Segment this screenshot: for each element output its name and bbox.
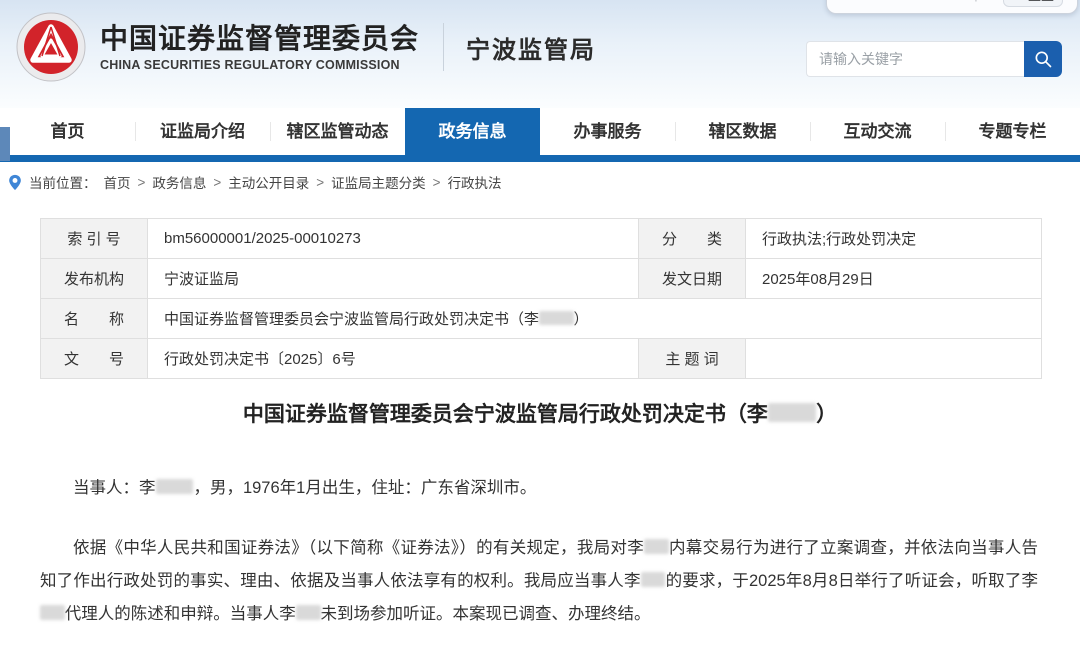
meta-label-keyword: 主 题 词 <box>639 339 746 379</box>
breadcrumb-home[interactable]: 首页 <box>104 172 131 192</box>
redacted-text <box>641 572 666 587</box>
browser-zoom-bubble: 90% | + ⟳ 重置 <box>826 0 1078 14</box>
meta-label-index: 索 引 号 <box>41 219 148 259</box>
meta-label-name: 名 称 <box>41 299 148 339</box>
redacted-text <box>644 539 669 554</box>
redacted-text <box>40 605 65 620</box>
document-meta-table: 索 引 号 bm56000001/2025-00010273 分 类 行政执法;… <box>40 218 1042 379</box>
zoom-in-button[interactable]: + <box>986 0 994 2</box>
meta-label-docno: 文 号 <box>41 339 148 379</box>
left-edge-accent <box>0 127 10 161</box>
nav-item-services[interactable]: 办事服务 <box>540 108 675 155</box>
redacted-text <box>156 479 194 494</box>
redacted-text <box>539 311 574 325</box>
meta-value-docno: 行政处罚决定书〔2025〕6号 <box>148 339 639 379</box>
nav-item-home[interactable]: 首页 <box>0 108 135 155</box>
main-nav: 首页 证监局介绍 辖区监管动态 政务信息 办事服务 辖区数据 互动交流 专题专栏 <box>0 108 1080 155</box>
meta-label-date: 发文日期 <box>639 259 746 299</box>
nav-accent-strip <box>0 155 1080 162</box>
redacted-text <box>768 403 816 422</box>
search-icon <box>1033 49 1053 69</box>
meta-value-category: 行政执法;行政处罚决定 <box>746 219 1042 259</box>
breadcrumb: 当前位置： 首页 > 政务信息 > 主动公开目录 > 证监局主题分类 > 行政执… <box>8 172 502 192</box>
org-name-cn: 中国证券监督管理委员会 <box>100 23 419 55</box>
breadcrumb-topic-category[interactable]: 证监局主题分类 <box>331 172 426 192</box>
table-row: 发布机构 宁波证监局 发文日期 2025年08月29日 <box>41 259 1042 299</box>
org-name-en: CHINA SECURITIES REGULATORY COMMISSION <box>100 58 419 72</box>
zoom-divider: | <box>974 0 977 2</box>
table-row: 文 号 行政处罚决定书〔2025〕6号 主 题 词 <box>41 339 1042 379</box>
search-input[interactable] <box>806 41 1024 77</box>
table-row: 索 引 号 bm56000001/2025-00010273 分 类 行政执法;… <box>41 219 1042 259</box>
brand-divider <box>443 23 444 71</box>
meta-label-agency: 发布机构 <box>41 259 148 299</box>
meta-value-name: 中国证券监督管理委员会宁波监管局行政处罚决定书（李） <box>148 299 1042 339</box>
nav-item-regional-news[interactable]: 辖区监管动态 <box>270 108 405 155</box>
page: 90% | + ⟳ 重置 中国证券监督管理委员会 CHINA SECURITIE… <box>0 0 1080 647</box>
bureau-name: 宁波监管局 <box>466 30 596 65</box>
brand-block: 中国证券监督管理委员会 CHINA SECURITIES REGULATORY … <box>16 12 596 82</box>
table-row: 名 称 中国证券监督管理委员会宁波监管局行政处罚决定书（李） <box>41 299 1042 339</box>
refresh-icon: ⟳ <box>1012 0 1024 1</box>
zoom-reset-label: 重置 <box>1028 0 1054 4</box>
breadcrumb-gov-info[interactable]: 政务信息 <box>152 172 206 192</box>
meta-value-keyword <box>746 339 1042 379</box>
nav-item-interaction[interactable]: 互动交流 <box>810 108 945 155</box>
nav-item-bureau-intro[interactable]: 证监局介绍 <box>135 108 270 155</box>
breadcrumb-separator: > <box>213 175 221 190</box>
breadcrumb-admin-enforcement[interactable]: 行政执法 <box>448 172 502 192</box>
nav-item-special-topics[interactable]: 专题专栏 <box>945 108 1080 155</box>
breadcrumb-separator: > <box>138 175 146 190</box>
breadcrumb-separator: > <box>433 175 441 190</box>
meta-label-category: 分 类 <box>639 219 746 259</box>
csrc-logo <box>16 12 86 82</box>
site-search <box>806 41 1062 77</box>
breadcrumb-open-directory[interactable]: 主动公开目录 <box>228 172 309 192</box>
search-button[interactable] <box>1024 41 1062 77</box>
nav-item-regional-data[interactable]: 辖区数据 <box>675 108 810 155</box>
breadcrumb-prefix: 当前位置： <box>29 172 97 192</box>
zoom-reset-button[interactable]: ⟳ 重置 <box>1003 0 1063 7</box>
nav-item-gov-info[interactable]: 政务信息 <box>405 108 540 155</box>
meta-value-index: bm56000001/2025-00010273 <box>148 219 639 259</box>
site-header: 90% | + ⟳ 重置 中国证券监督管理委员会 CHINA SECURITIE… <box>0 0 1080 108</box>
org-title-block: 中国证券监督管理委员会 CHINA SECURITIES REGULATORY … <box>100 23 419 72</box>
meta-value-date: 2025年08月29日 <box>746 259 1042 299</box>
meta-value-agency: 宁波证监局 <box>148 259 639 299</box>
location-pin-icon <box>8 174 22 191</box>
article-body: 当事人：李，男，1976年1月出生，住址：广东省深圳市。 依据《中华人民共和国证… <box>40 452 1038 631</box>
zoom-level: 90% <box>841 0 867 2</box>
redacted-text <box>296 605 321 620</box>
article-paragraph-investigation: 依据《中华人民共和国证券法》（以下简称《证券法》）的有关规定，我局对李内幕交易行… <box>40 532 1038 631</box>
article-title: 中国证券监督管理委员会宁波监管局行政处罚决定书（李） <box>0 398 1080 428</box>
article-paragraph-parties: 当事人：李，男，1976年1月出生，住址：广东省深圳市。 <box>40 472 1038 505</box>
breadcrumb-separator: > <box>316 175 324 190</box>
